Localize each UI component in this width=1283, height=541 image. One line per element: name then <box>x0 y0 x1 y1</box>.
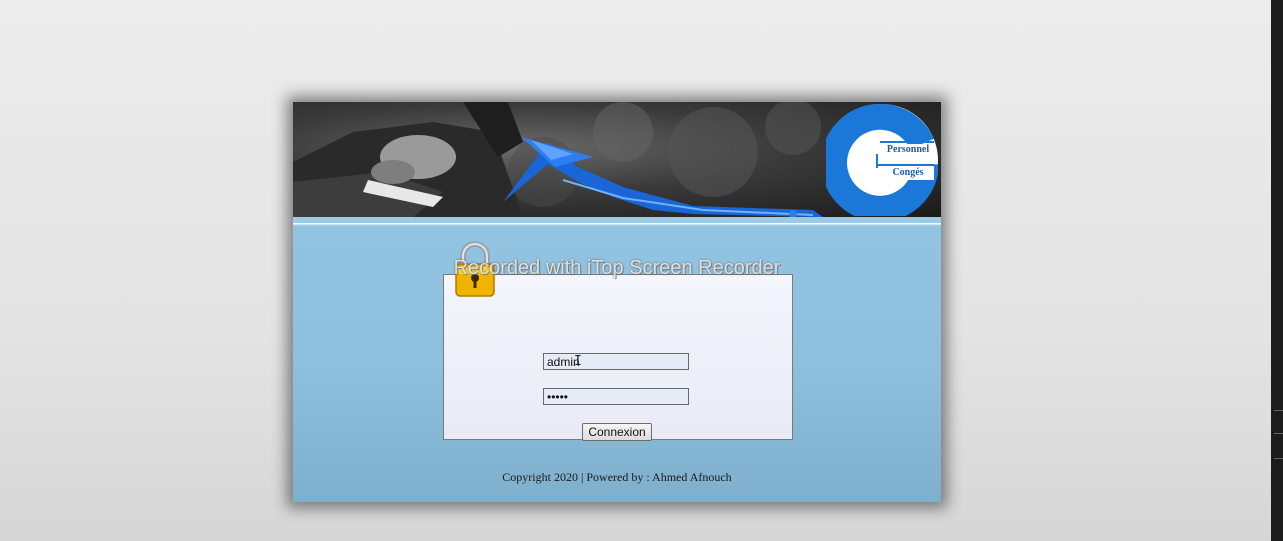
text-cursor-icon: I <box>574 354 582 369</box>
footer-copyright: Copyright 2020 | Powered by : Ahmed Afno… <box>502 470 732 484</box>
banner-separator <box>293 217 941 227</box>
header-banner: Personnel Congés <box>293 102 941 217</box>
login-area: Recorded with iTop Screen Recorder I Con… <box>293 227 941 502</box>
logo-mark <box>826 104 938 216</box>
app-logo: Personnel Congés <box>826 104 938 216</box>
logo-text-personnel: Personnel <box>886 144 930 155</box>
login-window: Personnel Congés Recorded with iTop Scre… <box>293 102 941 502</box>
login-form: I Connexion <box>443 274 793 441</box>
recorder-watermark: Recorded with iTop Screen Recorder <box>453 257 781 279</box>
username-input[interactable] <box>543 353 689 370</box>
right-edge-strip <box>1271 0 1283 541</box>
logo-text-conges: Congés <box>892 167 924 178</box>
password-input[interactable] <box>543 388 689 405</box>
connexion-button[interactable]: Connexion <box>582 423 652 441</box>
